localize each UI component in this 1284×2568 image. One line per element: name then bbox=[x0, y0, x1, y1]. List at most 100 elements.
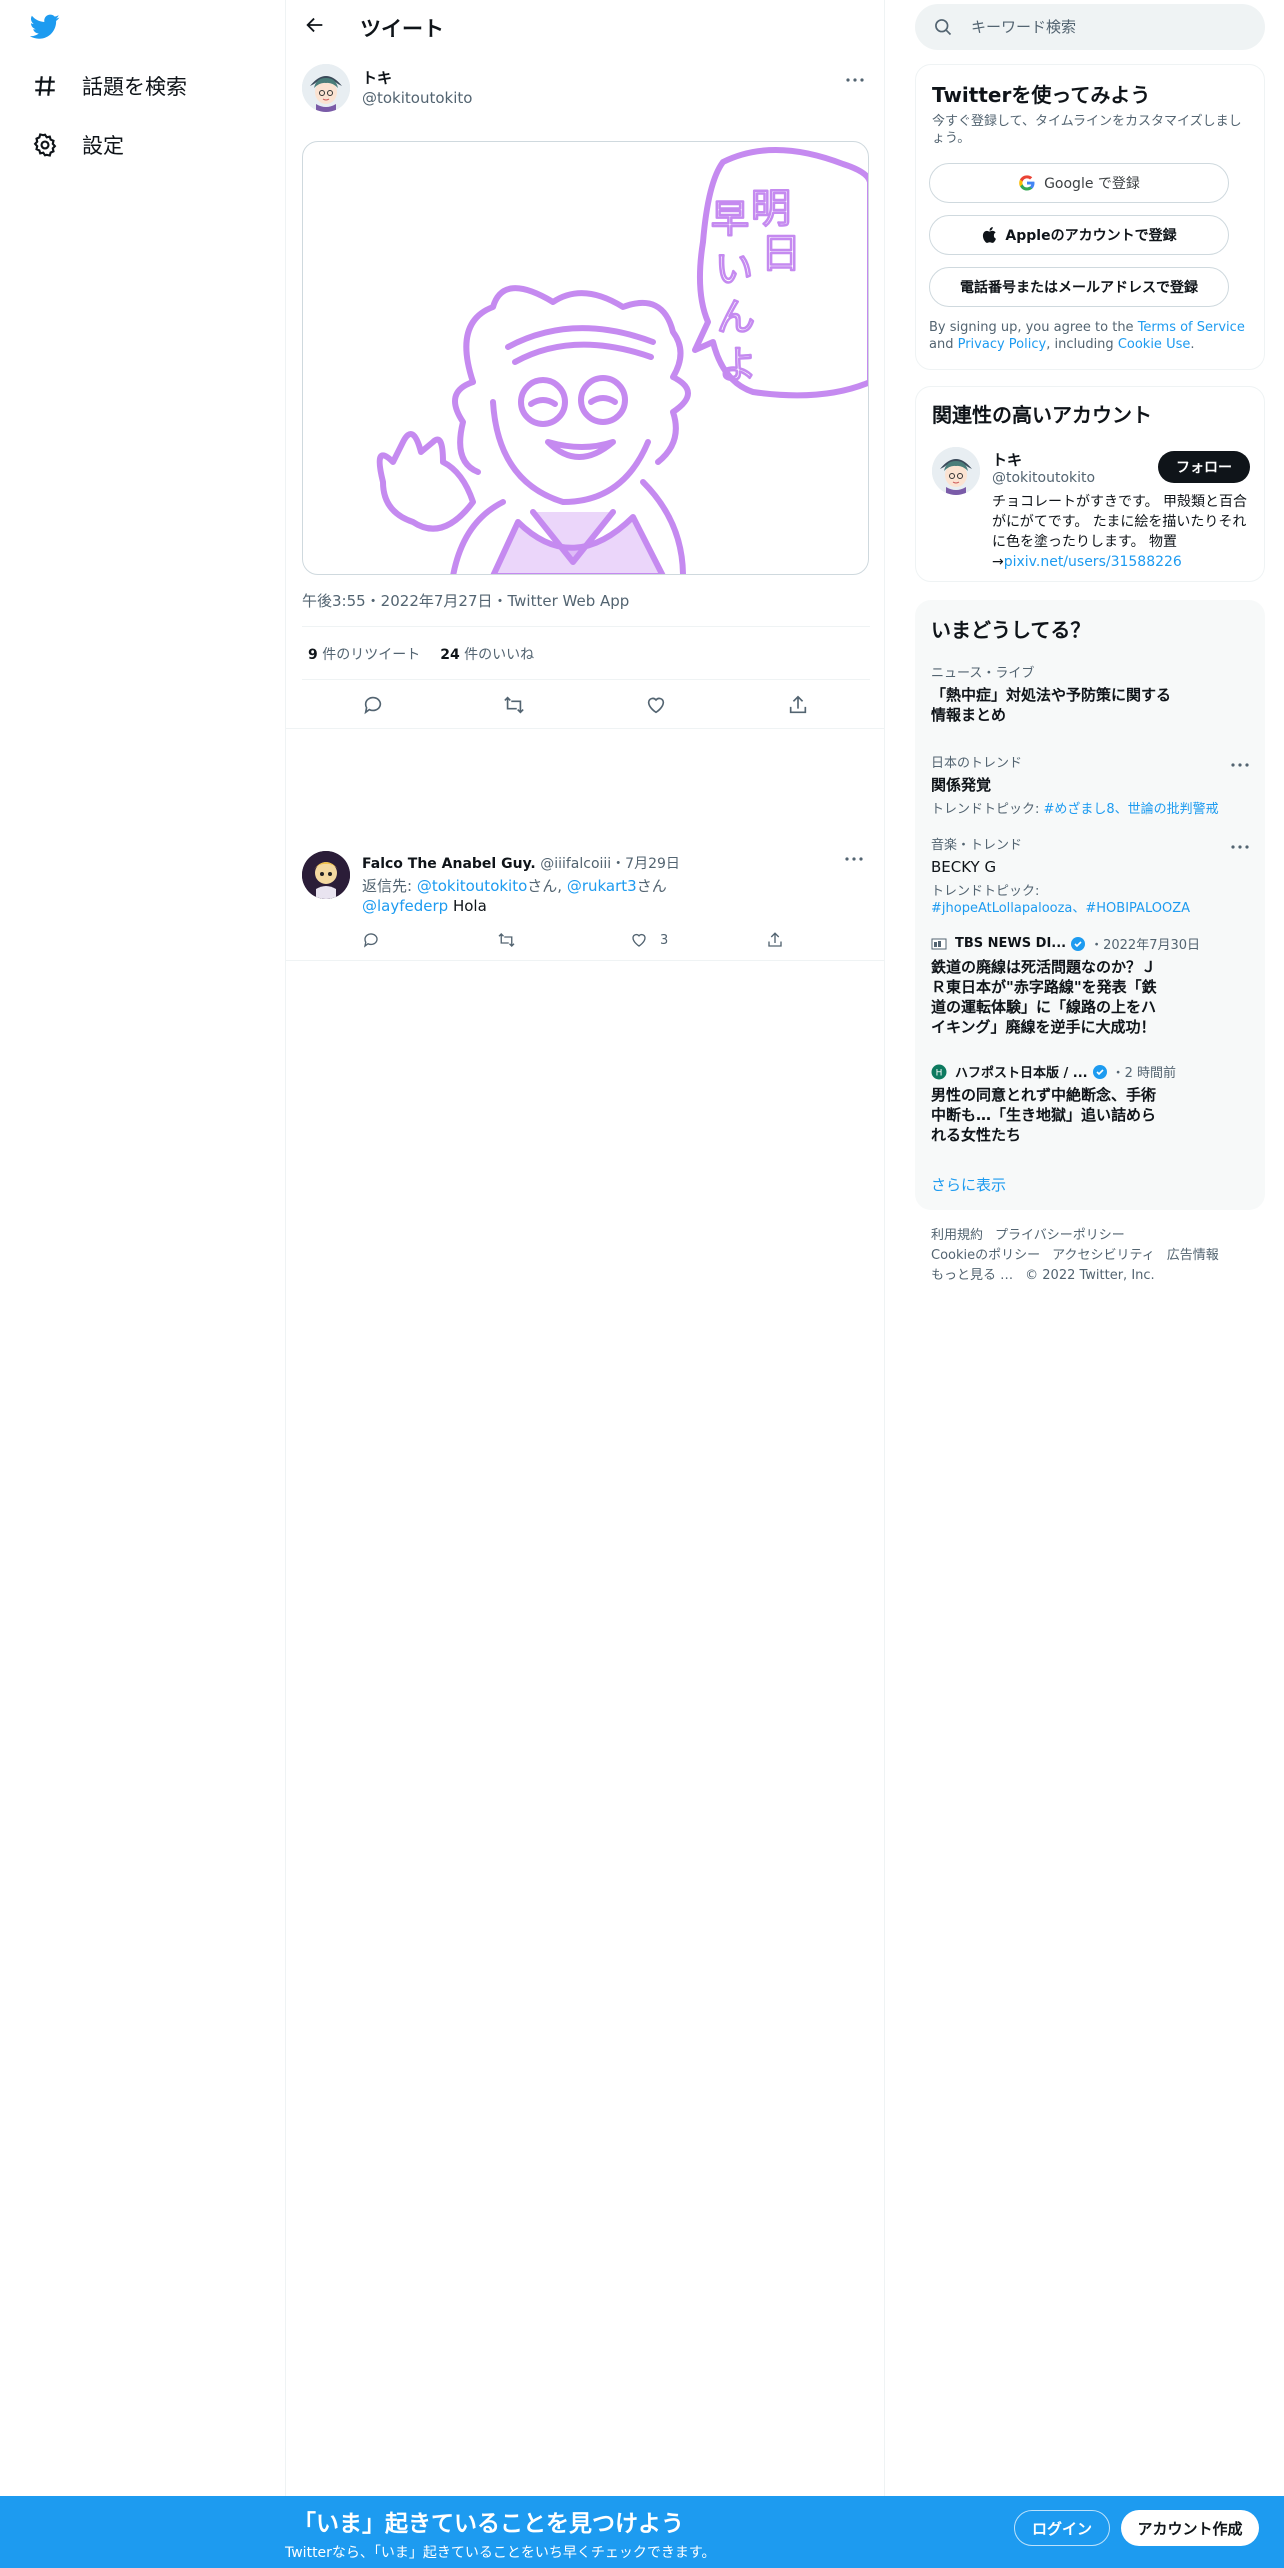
related-bio: チョコレートがすきです。 甲殻類と百合がにがてです。 たまに絵を描いたりそれに色… bbox=[992, 492, 1252, 572]
topic-link[interactable]: #めざまし8、世論の批判警戒 bbox=[1044, 802, 1219, 817]
mention-link[interactable]: @rukart3 bbox=[567, 877, 637, 895]
hash-icon bbox=[30, 71, 60, 101]
like-icon[interactable] bbox=[639, 688, 673, 722]
huffpost-logo-icon: H bbox=[931, 1064, 947, 1079]
reply-author-name[interactable]: Falco The Anabel Guy. bbox=[362, 856, 536, 872]
reply-icon[interactable] bbox=[356, 688, 390, 722]
footer-link-ads[interactable]: 広告情報 bbox=[1167, 1248, 1219, 1263]
bubble-text-1: 明 bbox=[751, 186, 791, 232]
retweet-count[interactable]: 9 件のリツイート bbox=[308, 644, 420, 664]
trend-item[interactable]: ニュース・ライブ 「熱中症」対処法や予防策に関する情報まとめ bbox=[931, 662, 1249, 725]
avatar[interactable] bbox=[302, 851, 350, 899]
back-arrow-icon[interactable] bbox=[304, 14, 330, 40]
news-time: ・2 時間前 bbox=[1111, 1066, 1177, 1081]
bubble-text-4: い bbox=[715, 247, 753, 291]
footer-link-accessibility[interactable]: アクセシビリティ bbox=[1052, 1248, 1155, 1263]
share-icon[interactable] bbox=[766, 929, 784, 951]
honorific: さん, bbox=[527, 877, 567, 895]
avatar[interactable] bbox=[302, 64, 350, 112]
trend-meta: 日本のトレンド bbox=[931, 756, 1023, 771]
mention-link[interactable]: @layfederp bbox=[362, 897, 448, 915]
more-icon[interactable] bbox=[1231, 834, 1249, 853]
phone-signup-button[interactable]: 電話番号またはメールアドレスで登録 bbox=[929, 267, 1229, 307]
gear-icon bbox=[30, 130, 60, 160]
avatar[interactable] bbox=[932, 447, 980, 495]
like-count[interactable]: 24 件のいいね bbox=[440, 644, 534, 664]
page-title: ツイート bbox=[360, 17, 444, 41]
reply-text: @layfederp Hola bbox=[362, 897, 487, 915]
retweet-icon[interactable] bbox=[497, 929, 516, 951]
more-icon[interactable] bbox=[1231, 752, 1249, 771]
news-source: H ハフポスト日本版 / ... ・2 時間前 bbox=[931, 1062, 1249, 1081]
reply-to-label: 返信先: bbox=[362, 877, 417, 895]
divider bbox=[286, 728, 884, 729]
news-headline: 鉄道の廃線は死活問題なのか？ＪＲ東日本が"赤字路線"を発表「鉄道の運転体験」に「… bbox=[931, 958, 1157, 1036]
reply-date[interactable]: ・7月29日 bbox=[611, 856, 680, 872]
bottom-signup-bar: 「いま」起きていることを見つけよう Twitterなら、「いま」起きていることを… bbox=[0, 2496, 1284, 2568]
topic-link[interactable]: #jhopeAtLollapalooza、#HOBIPALOOZA bbox=[931, 900, 1249, 917]
author-name[interactable]: トキ bbox=[362, 67, 392, 88]
mention-link[interactable]: @tokitoutokito bbox=[417, 877, 527, 895]
cookie-use-link[interactable]: Cookie Use bbox=[1118, 337, 1191, 352]
terms-of-service-link[interactable]: Terms of Service bbox=[1138, 320, 1245, 335]
share-icon[interactable] bbox=[781, 688, 815, 722]
footer-link-terms[interactable]: 利用規約 bbox=[931, 1228, 983, 1243]
reply-tweet[interactable]: Falco The Anabel Guy. @iiifalcoiii・7月29日… bbox=[286, 843, 884, 961]
twitter-bird-icon[interactable] bbox=[29, 14, 66, 44]
news-source: TBS NEWS DI... ・2022年7月30日 bbox=[931, 934, 1249, 953]
bubble-text-5: ん bbox=[717, 295, 755, 339]
trend-meta: ニュース・ライブ bbox=[931, 666, 1035, 681]
like-button[interactable]: 3 bbox=[630, 929, 668, 951]
footer-link-privacy[interactable]: プライバシーポリシー bbox=[995, 1228, 1125, 1243]
trend-meta: 音楽・トレンド bbox=[931, 838, 1023, 853]
terms-including: , including bbox=[1046, 337, 1118, 352]
trend-topic: トレンドトピック: #めざまし8、世論の批判警戒 bbox=[931, 801, 1249, 818]
honorific: さん bbox=[636, 877, 667, 895]
tweet-stats: 9 件のリツイート 24 件のいいね bbox=[308, 644, 534, 664]
reply-body: Hola bbox=[448, 897, 487, 915]
search-bar[interactable] bbox=[915, 4, 1265, 50]
tweet-timestamp[interactable]: 午後3:55・2022年7月27日・Twitter Web App bbox=[302, 590, 629, 611]
bubble-text-2: 日 bbox=[761, 231, 801, 277]
create-account-button[interactable]: アカウント作成 bbox=[1121, 2510, 1259, 2546]
search-input[interactable] bbox=[971, 18, 1241, 36]
like-icon bbox=[632, 933, 646, 947]
nav-settings[interactable]: 設定 bbox=[30, 125, 124, 165]
signup-subtitle: 今すぐ登録して、タイムラインをカスタマイズしましょう。 bbox=[932, 114, 1242, 146]
login-button[interactable]: ログイン bbox=[1014, 2510, 1110, 2546]
related-handle[interactable]: @tokitoutokito bbox=[992, 470, 1095, 486]
verified-icon bbox=[1071, 936, 1086, 951]
reply-to: 返信先: @tokitoutokitoさん, @rukart3さん bbox=[362, 875, 667, 896]
reply-author-handle[interactable]: @iiifalcoiii bbox=[540, 856, 611, 872]
apple-signup-button[interactable]: Appleのアカウントで登録 bbox=[929, 215, 1229, 255]
news-item[interactable]: TBS NEWS DI... ・2022年7月30日 鉄道の廃線は死活問題なのか… bbox=[931, 934, 1249, 1037]
trends-title: いまどうしてる？ bbox=[931, 618, 1091, 642]
signup-card: Twitterを使ってみよう 今すぐ登録して、タイムラインをカスタマイズしましょ… bbox=[915, 64, 1265, 370]
bio-link[interactable]: pixiv.net/users/31588226 bbox=[1004, 554, 1182, 570]
divider bbox=[302, 626, 870, 627]
follow-button[interactable]: フォロー bbox=[1158, 451, 1250, 483]
related-name[interactable]: トキ bbox=[992, 449, 1022, 470]
author-handle[interactable]: @tokitoutokito bbox=[362, 89, 472, 107]
google-signup-button[interactable]: Google で登録 bbox=[929, 163, 1229, 203]
retweet-icon[interactable] bbox=[497, 688, 531, 722]
tweet-image[interactable]: 明 日 早 い ん よ bbox=[302, 141, 869, 575]
privacy-policy-link[interactable]: Privacy Policy bbox=[958, 337, 1047, 352]
show-more-link[interactable]: さらに表示 bbox=[931, 1174, 1006, 1195]
phone-signup-label: 電話番号またはメールアドレスで登録 bbox=[960, 280, 1198, 296]
trend-item[interactable]: 日本のトレンド 関係発覚 トレンドトピック: #めざまし8、世論の批判警戒 bbox=[931, 752, 1249, 818]
footer-link-cookie[interactable]: Cookieのポリシー bbox=[931, 1248, 1040, 1263]
signup-title: Twitterを使ってみよう bbox=[932, 83, 1151, 107]
trend-name: 「熱中症」対処法や予防策に関する情報まとめ bbox=[931, 686, 1172, 724]
news-item[interactable]: H ハフポスト日本版 / ... ・2 時間前 男性の同意とれず中絶断念、手術中… bbox=[931, 1062, 1249, 1145]
nav-explore[interactable]: 話題を検索 bbox=[30, 66, 187, 106]
reply-icon[interactable] bbox=[362, 929, 380, 951]
apple-icon bbox=[983, 226, 997, 243]
bubble-text-3: 早 bbox=[711, 197, 749, 241]
more-icon[interactable] bbox=[842, 847, 866, 871]
more-icon[interactable] bbox=[843, 68, 867, 92]
footer-link-more[interactable]: もっと見る … bbox=[931, 1268, 1013, 1283]
tweet-actions bbox=[302, 688, 870, 722]
trend-name: 関係発覚 bbox=[931, 776, 992, 794]
trend-item[interactable]: 音楽・トレンド BECKY G トレンドトピック: #jhopeAtLollap… bbox=[931, 834, 1249, 917]
